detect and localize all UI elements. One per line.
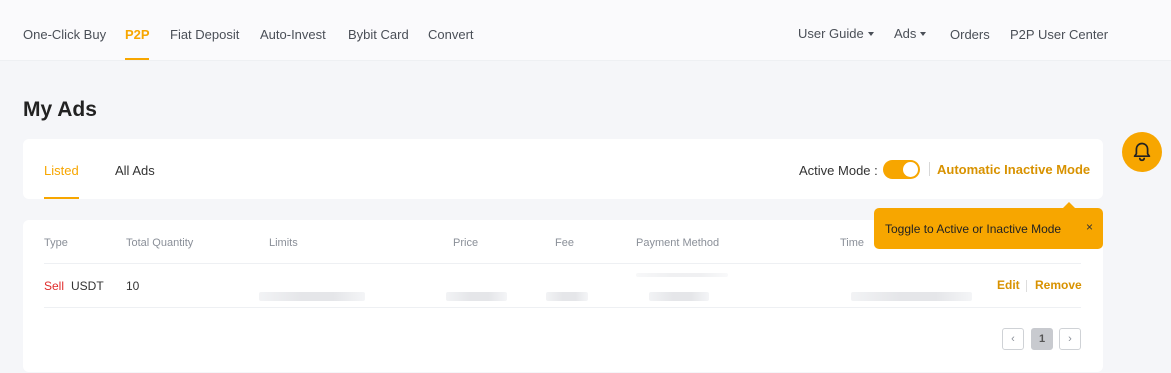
nav-ads-label: Ads (894, 26, 917, 41)
page-title: My Ads (23, 98, 97, 121)
nav-auto-invest[interactable]: Auto-Invest (260, 27, 326, 42)
column-header-limits: Limits (269, 237, 298, 249)
top-nav: One-Click Buy P2P Fiat Deposit Auto-Inve… (0, 0, 1171, 61)
fee-placeholder (546, 292, 588, 301)
pagination-page-1[interactable]: 1 (1031, 328, 1053, 350)
bell-icon (1133, 142, 1151, 162)
edit-button[interactable]: Edit (997, 278, 1020, 292)
column-header-time: Time (840, 237, 865, 249)
action-divider (1026, 280, 1027, 292)
nav-fiat-deposit[interactable]: Fiat Deposit (170, 27, 239, 42)
divider (929, 162, 930, 176)
payment-method-placeholder (649, 292, 709, 301)
toggle-mode-tooltip: Toggle to Active or Inactive Mode × (874, 202, 1103, 249)
ad-asset: USDT (71, 279, 104, 293)
active-mode-label: Active Mode : (799, 163, 878, 178)
caret-down-icon (867, 32, 874, 36)
limits-placeholder (259, 292, 365, 301)
tabs-card: Listed All Ads Active Mode : Automatic I… (23, 139, 1103, 199)
price-placeholder (446, 292, 507, 301)
nav-p2p[interactable]: P2P (125, 27, 150, 42)
nav-ads[interactable]: Ads (894, 26, 927, 41)
caret-down-icon (920, 32, 927, 36)
nav-user-guide[interactable]: User Guide (798, 26, 874, 41)
tooltip-text: Toggle to Active or Inactive Mode (885, 222, 1062, 236)
ad-type: Sell (44, 279, 65, 293)
notification-button[interactable] (1122, 132, 1162, 172)
nav-user-guide-label: User Guide (798, 26, 864, 41)
column-header-fee: Fee (555, 237, 574, 249)
column-header-price: Price (453, 237, 479, 249)
close-icon[interactable]: × (1086, 220, 1093, 234)
row-divider (44, 307, 1081, 308)
row-divider (44, 263, 1081, 264)
active-mode-toggle[interactable] (883, 160, 920, 179)
payment-method-placeholder (636, 273, 728, 277)
tooltip-arrow (1063, 202, 1075, 208)
nav-one-click-buy[interactable]: One-Click Buy (23, 27, 106, 42)
tab-all-ads[interactable]: All Ads (115, 163, 155, 178)
toggle-knob (903, 162, 918, 177)
pagination-next-button[interactable]: › (1059, 328, 1081, 350)
nav-active-indicator (125, 58, 149, 60)
time-placeholder (851, 292, 972, 301)
nav-p2p-user-center[interactable]: P2P User Center (1010, 27, 1108, 42)
automatic-inactive-mode-link[interactable]: Automatic Inactive Mode (937, 162, 1090, 177)
tab-active-indicator (44, 197, 79, 199)
nav-orders[interactable]: Orders (950, 27, 990, 42)
column-header-type: Type (44, 237, 68, 249)
column-header-total-quantity: Total Quantity (126, 237, 194, 249)
remove-button[interactable]: Remove (1035, 278, 1082, 292)
nav-convert[interactable]: Convert (428, 27, 474, 42)
pagination-prev-button[interactable]: ‹ (1002, 328, 1024, 350)
column-header-payment-method: Payment Method (636, 237, 720, 249)
tab-listed[interactable]: Listed (44, 163, 79, 178)
nav-bybit-card[interactable]: Bybit Card (348, 27, 409, 42)
ad-total-quantity: 10 (126, 279, 140, 293)
